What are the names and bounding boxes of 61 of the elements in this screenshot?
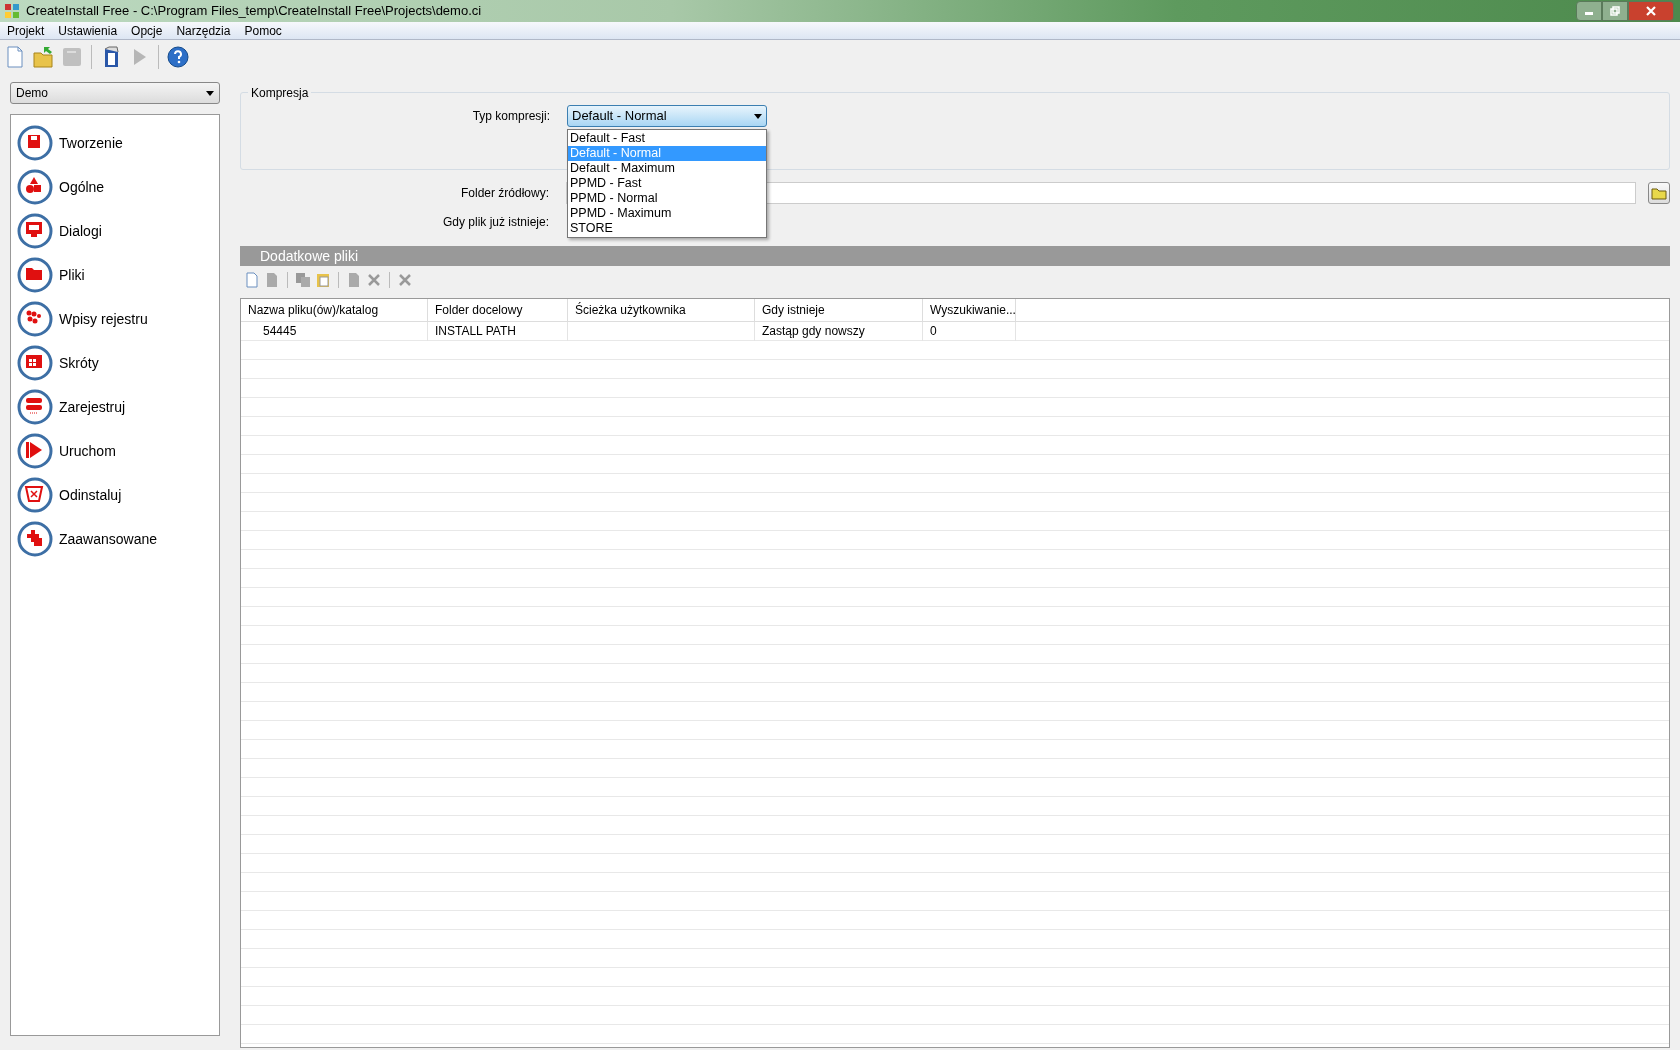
copy-icon[interactable] — [295, 272, 311, 288]
restore-icon — [1610, 6, 1620, 16]
sidebar-item[interactable]: Zaawansowane — [59, 528, 158, 550]
sidebar-item[interactable]: Uruchom — [59, 440, 116, 462]
section-header: Dodatkowe pliki — [240, 246, 1670, 266]
caret-icon — [206, 90, 214, 96]
dropdown-option[interactable]: PPMD - Normal — [568, 191, 766, 206]
cross-icon[interactable] — [366, 272, 382, 288]
cross-icon[interactable] — [397, 272, 413, 288]
sidebar-item[interactable]: Dialogi — [59, 220, 102, 242]
menu-item[interactable]: Projekt — [0, 21, 52, 40]
caret-icon — [754, 113, 762, 119]
table-cell: INSTALL PATH — [428, 322, 568, 341]
clipboard-icon[interactable] — [315, 272, 331, 288]
open-folder-icon[interactable] — [32, 45, 56, 69]
shapes-icon — [17, 169, 53, 205]
window-title: CreateInstall Free - C:\Program Files_temp\CreateInstall Free\Projects\demo.ci — [26, 2, 482, 21]
sidebar-item[interactable]: Zarejestruj — [59, 396, 126, 418]
document-icon[interactable] — [244, 272, 260, 288]
table-cell: Zastąp gdy nowszy — [755, 322, 923, 341]
menu-item[interactable]: Ustawienia — [51, 21, 125, 40]
monitor-icon — [17, 213, 53, 249]
dropdown-option[interactable]: Default - Fast — [568, 131, 766, 146]
page-icon[interactable] — [264, 272, 280, 288]
app-logo-icon — [4, 3, 20, 19]
dots-icon — [17, 301, 53, 337]
table-cell: 54445 — [241, 322, 428, 341]
compression-dropdown[interactable]: Default - Normal — [567, 105, 767, 127]
sidebar-item[interactable]: Pliki — [59, 264, 85, 286]
sidebar-item[interactable]: Tworzenie — [59, 132, 123, 154]
table-cell: 0 — [923, 322, 1016, 341]
sidebar-item[interactable]: Wpisy rejestru — [59, 308, 148, 330]
help-icon[interactable] — [166, 45, 190, 69]
field-label: Typ kompresji: — [472, 109, 550, 123]
folder-icon — [1651, 186, 1667, 200]
dropdown-option[interactable]: Default - Maximum — [568, 161, 766, 176]
dropdown-option[interactable]: PPMD - Fast — [568, 176, 766, 191]
field-label: Gdy plik już istnieje: — [442, 215, 549, 229]
page-icon[interactable] — [346, 272, 362, 288]
menu-item[interactable]: Narzędzia — [169, 21, 238, 40]
menu-item[interactable]: Opcje — [124, 21, 170, 40]
grid-icon — [17, 345, 53, 381]
menu-item[interactable]: Pomoc — [237, 21, 289, 40]
trash-icon — [17, 477, 53, 513]
dropdown-option[interactable]: STORE — [568, 221, 766, 236]
minimize-button[interactable] — [1576, 1, 1602, 21]
play-icon — [17, 433, 53, 469]
sidebar-item[interactable]: Skróty — [59, 352, 99, 374]
floppy-disk-icon — [17, 125, 53, 161]
project-dropdown[interactable]: Demo — [10, 82, 220, 104]
sidebar-item[interactable]: Ogólne — [59, 176, 105, 198]
close-icon — [1645, 6, 1657, 16]
sidebar-item[interactable]: Odinstaluj — [59, 484, 122, 506]
maximize-button[interactable] — [1602, 1, 1628, 21]
close-button[interactable] — [1628, 1, 1674, 21]
field-label: Folder źródłowy: — [460, 186, 549, 200]
folder-icon — [17, 257, 53, 293]
stacked-bars-icon — [17, 389, 53, 425]
browse-button[interactable] — [1648, 182, 1670, 204]
plus-icon — [17, 521, 53, 557]
dropdown-option[interactable]: PPMD - Maximum — [568, 206, 766, 221]
